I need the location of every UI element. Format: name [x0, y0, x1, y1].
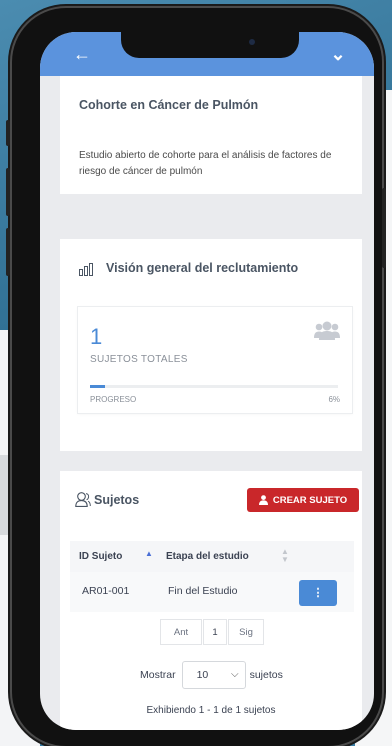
create-subject-button[interactable]: CREAR SUJETO [247, 488, 359, 512]
progress-label: PROGRESO [90, 395, 137, 404]
main-content: Cohorte en Cáncer de Pulmón Estudio abie… [60, 76, 362, 730]
users-group-icon [314, 321, 340, 346]
chevron-down-icon: ⌵ [231, 669, 239, 680]
user-add-icon [258, 495, 268, 505]
progress-bar [90, 385, 338, 388]
total-subjects-panel: 1 SUJETOS TOTALES PROGRESO 6% [78, 307, 352, 413]
show-suffix: sujetos [249, 669, 283, 681]
progress-percentage: 6% [328, 395, 340, 404]
more-vertical-icon: ⋮ [312, 587, 324, 599]
recruitment-card: Visión general del reclutamiento 1 SUJET… [60, 239, 362, 451]
page-size-select[interactable]: 10 ⌵ [181, 661, 246, 689]
subject-id-cell: AR01-001 [82, 585, 130, 597]
study-description: Estudio abierto de cohorte para el análi… [79, 150, 332, 177]
create-subject-label: CREAR SUJETO [272, 494, 348, 506]
table-row: AR01-001 Fin del Estudio ⋮ [70, 572, 354, 612]
phone-frame: ← ⌄ Cohorte en Cáncer de Pulmón Estudio … [6, 8, 386, 746]
chevron-down-icon: ⌄ [330, 44, 346, 64]
arrow-left-icon: ← [73, 44, 91, 64]
subjects-card: Sujetos CREAR SUJETO ID Sujeto ▲ Etapa d… [60, 471, 362, 730]
study-stage-cell: Fin del Estudio [168, 585, 238, 597]
pagination: Ant 1 Sig [160, 619, 264, 645]
phone-side-button [6, 120, 10, 146]
study-title: Cohorte en Cáncer de Pulmón [79, 98, 259, 112]
column-header-subject-id[interactable]: ID Sujeto [79, 551, 122, 562]
column-header-study-stage[interactable]: Etapa del estudio [166, 551, 249, 562]
camera-icon [249, 39, 255, 45]
page-size-control: Mostrar 10 ⌵ sujetos [140, 661, 283, 689]
recruitment-title: Visión general del reclutamiento [106, 261, 299, 275]
table-header: ID Sujeto ▲ Etapa del estudio ▲ ▼ [70, 541, 354, 572]
user-icon [75, 492, 91, 512]
phone-notch [121, 32, 299, 58]
bar-chart-icon [79, 263, 94, 281]
show-label: Mostrar [140, 669, 176, 681]
subjects-title: Sujetos [94, 493, 140, 507]
pagination-page-1[interactable]: 1 [203, 619, 227, 645]
total-subjects-label: SUJETOS TOTALES [90, 354, 188, 365]
pagination-next-button[interactable]: Sig [228, 619, 264, 645]
total-subjects-count: 1 [90, 324, 103, 349]
showing-summary: Exhibiendo 1 - 1 de 1 sujetos [146, 705, 276, 716]
progress-bar-fill [90, 385, 105, 388]
sort-icon[interactable]: ▲ ▼ [281, 548, 289, 564]
page-size-value: 10 [196, 669, 209, 681]
phone-side-button [6, 228, 10, 276]
row-actions-button[interactable]: ⋮ [299, 580, 337, 606]
phone-screen: ← ⌄ Cohorte en Cáncer de Pulmón Estudio … [40, 32, 374, 730]
phone-side-button [382, 188, 386, 268]
back-button[interactable]: ← [68, 42, 96, 66]
pagination-prev-button[interactable]: Ant [160, 619, 202, 645]
menu-toggle-button[interactable]: ⌄ [324, 42, 352, 66]
phone-side-button [6, 168, 10, 216]
sort-ascending-icon[interactable]: ▲ [145, 549, 153, 558]
study-card: Cohorte en Cáncer de Pulmón Estudio abie… [60, 76, 362, 194]
